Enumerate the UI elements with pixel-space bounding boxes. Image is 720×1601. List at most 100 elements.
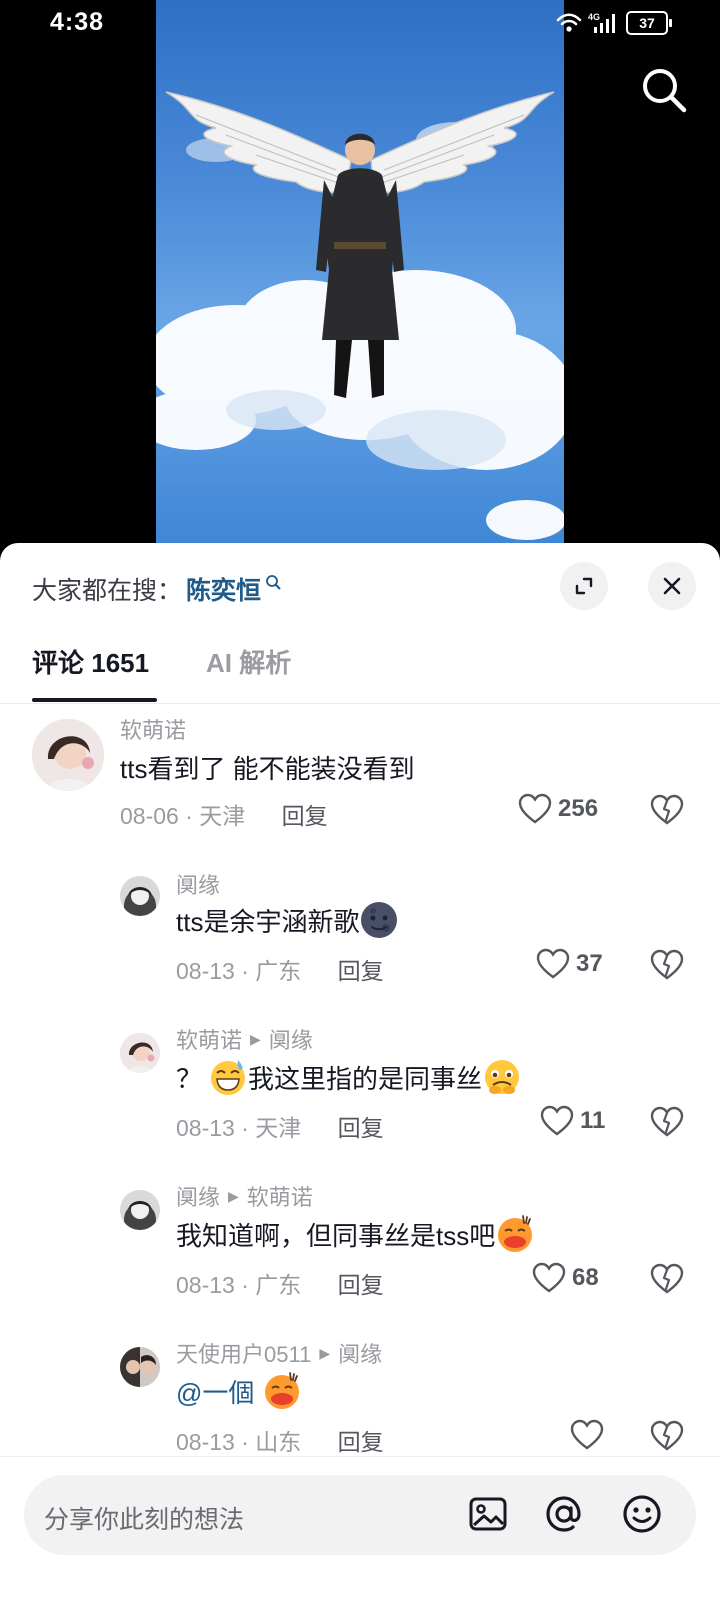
- heart-icon: [570, 1419, 604, 1450]
- network-type: 4G: [588, 12, 600, 22]
- comment-author[interactable]: 阒缘: [176, 1180, 220, 1212]
- reply-button[interactable]: 回复: [338, 1429, 384, 1455]
- comment-text: 我知道啊，但同事丝是tss吧: [176, 1214, 535, 1254]
- reply-button[interactable]: 回复: [338, 1115, 384, 1141]
- avatar[interactable]: [120, 1033, 160, 1073]
- holding-back-tears-face-icon: [485, 1060, 520, 1094]
- heart-icon: [532, 1262, 566, 1293]
- like-button[interactable]: 11: [540, 1105, 605, 1137]
- status-bar: 4:38 4G 37: [0, 0, 720, 46]
- comment-meta: 08-13 · 山东 回复: [176, 1429, 384, 1455]
- reply-arrow-icon: ▶: [250, 1030, 261, 1047]
- comment-text: tts是余宇涵新歌: [176, 900, 399, 940]
- reply-button[interactable]: 回复: [338, 958, 384, 984]
- reply-to-user[interactable]: 阒缘: [338, 1337, 382, 1369]
- dislike-icon[interactable]: [650, 1105, 684, 1139]
- heart-icon: [536, 948, 570, 979]
- dislike-icon[interactable]: [650, 1419, 684, 1453]
- hot-search-term[interactable]: 陈奕恒: [186, 571, 261, 607]
- comment-author[interactable]: 阒缘: [176, 868, 220, 900]
- comment-text: ？ 我这里指的是同事丝: [176, 1057, 522, 1097]
- avatar-image: [32, 719, 104, 791]
- comment-meta: 08-13 · 广东 回复: [176, 1272, 384, 1298]
- comment-text: tts看到了 能不能装没看到: [120, 754, 415, 784]
- status-time: 4:38: [50, 8, 105, 36]
- avatar[interactable]: [120, 1347, 160, 1387]
- like-button[interactable]: 37: [536, 948, 603, 980]
- video-image: [156, 91, 564, 540]
- comment-input[interactable]: 分享你此刻的想法: [24, 1475, 696, 1555]
- close-icon: [663, 577, 681, 595]
- comment-text: @一個: [176, 1371, 302, 1411]
- active-tab-indicator: [32, 698, 157, 702]
- like-button[interactable]: 256: [518, 793, 598, 825]
- comment-location: 广东: [255, 1272, 302, 1298]
- heart-icon: [518, 793, 552, 824]
- comment-location: 天津: [255, 1115, 302, 1141]
- mention-link[interactable]: @一個: [176, 1373, 254, 1410]
- dislike-icon[interactable]: [650, 1262, 684, 1296]
- video-player[interactable]: 4:38 4G 37: [0, 0, 720, 560]
- tab-comments-count: 1651: [91, 648, 150, 678]
- search-button[interactable]: [640, 66, 690, 116]
- comment-text-body: tts是余宇涵新歌: [176, 906, 360, 937]
- avatar[interactable]: [120, 876, 160, 916]
- close-button[interactable]: [648, 562, 696, 610]
- tab-comments-label: 评论: [32, 648, 85, 678]
- reply-arrow-icon: ▶: [319, 1344, 331, 1361]
- comment-date: 08-13: [176, 1429, 235, 1455]
- cellular-signal-icon: 4G: [588, 12, 615, 33]
- comment-author[interactable]: 天使用户0511: [176, 1337, 311, 1369]
- comment-text-body: 我知道啊，但同事丝是tss吧: [176, 1220, 496, 1251]
- expand-button[interactable]: [560, 562, 608, 610]
- search-icon: [643, 69, 687, 113]
- comment-text-prefix: ？: [176, 1063, 203, 1094]
- dislike-icon[interactable]: [650, 793, 684, 827]
- comment-sheet: 大家都在搜： 陈奕恒 评论 1651 AI 解析 软萌诺 tts看到了 能不能装…: [0, 543, 720, 1600]
- avatar-image: [120, 876, 160, 916]
- comment-author[interactable]: 软萌诺: [176, 1023, 242, 1055]
- expand-icon: [575, 577, 593, 595]
- reply-arrow-icon: ▶: [228, 1187, 239, 1204]
- image-icon[interactable]: [466, 1492, 510, 1536]
- comment-text-body: 我这里指的是同事丝: [248, 1063, 483, 1094]
- comment-location: 山东: [255, 1429, 302, 1455]
- hot-search-bar[interactable]: 大家都在搜： 陈奕恒: [32, 571, 281, 607]
- avatar-image: [120, 1190, 160, 1230]
- reply-button[interactable]: 回复: [338, 1272, 384, 1298]
- emoji-icon[interactable]: [620, 1492, 664, 1536]
- video-frame[interactable]: [156, 0, 564, 545]
- like-count: 11: [580, 1107, 606, 1134]
- avatar[interactable]: [120, 1190, 160, 1230]
- comment-tabs: 评论 1651 AI 解析: [0, 639, 720, 704]
- like-count: 37: [576, 950, 603, 977]
- comment-meta: 08-06 · 天津 回复: [120, 803, 328, 829]
- comment-author[interactable]: 软萌诺: [120, 713, 186, 745]
- tab-comments[interactable]: 评论 1651: [32, 643, 149, 680]
- avatar-image: [120, 1347, 160, 1387]
- like-count: 256: [558, 795, 599, 822]
- avatar[interactable]: [32, 719, 104, 791]
- comment-location: 广东: [255, 958, 302, 984]
- comment-author-line: 阒缘 ▶ 软萌诺: [176, 1180, 313, 1212]
- comment-location: 天津: [199, 803, 246, 829]
- reply-to-user[interactable]: 阒缘: [269, 1023, 313, 1055]
- comment-author-line: 软萌诺 ▶ 阒缘: [176, 1023, 313, 1055]
- avatar-image: [120, 1033, 160, 1073]
- status-icons: 4G 37: [556, 10, 672, 36]
- mention-icon[interactable]: [542, 1492, 586, 1536]
- grinning-sweat-face-icon: [211, 1060, 246, 1095]
- reply-button[interactable]: 回复: [282, 803, 328, 829]
- comment-input-placeholder: 分享你此刻的想法: [44, 1506, 245, 1534]
- tab-ai-analysis[interactable]: AI 解析: [206, 643, 291, 680]
- comment-author-line: 天使用户0511 ▶ 阒缘: [176, 1337, 382, 1369]
- shy-blush-face-icon: [265, 1372, 300, 1409]
- like-count: 68: [572, 1264, 599, 1291]
- comment-input-bar: 分享你此刻的想法: [0, 1456, 720, 1601]
- comment-date: 08-06: [120, 803, 179, 829]
- reply-to-user[interactable]: 软萌诺: [247, 1180, 313, 1212]
- dislike-icon[interactable]: [650, 948, 684, 982]
- like-button[interactable]: 68: [532, 1262, 599, 1294]
- like-button[interactable]: [570, 1419, 610, 1451]
- comment-date: 08-13: [176, 1115, 235, 1141]
